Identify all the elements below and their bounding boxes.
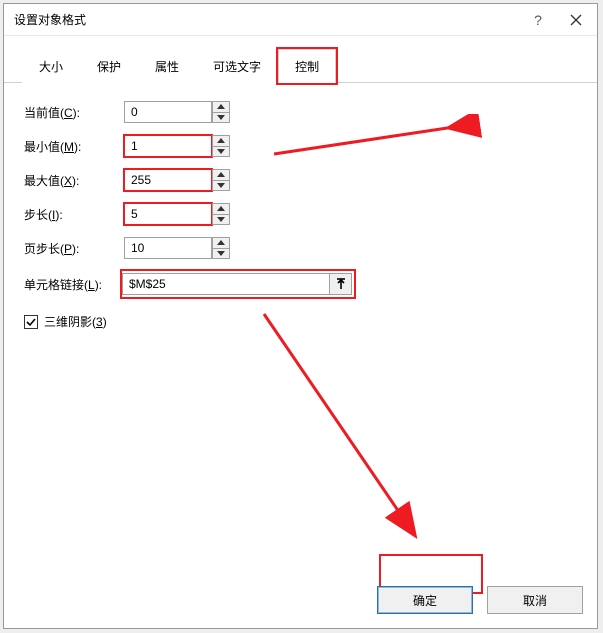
label-3d-shadow: 三维阴影(3) xyxy=(44,313,107,330)
3d-shadow-checkbox[interactable] xyxy=(24,315,38,329)
chevron-up-icon xyxy=(217,172,225,177)
label-page: 页步长(P): xyxy=(24,240,124,257)
spin-current xyxy=(124,101,232,123)
row-page: 页步长(P): xyxy=(24,237,577,259)
row-max: 最大值(X): xyxy=(24,169,577,191)
spin-step xyxy=(124,203,232,225)
range-picker-button[interactable] xyxy=(330,273,352,295)
range-picker-icon xyxy=(335,278,347,290)
chevron-down-icon xyxy=(217,183,225,188)
chevron-up-icon xyxy=(217,138,225,143)
chevron-up-icon xyxy=(217,240,225,245)
spin-arrows xyxy=(212,169,230,191)
row-3d-shadow: 三维阴影(3) xyxy=(24,313,577,330)
tab-size[interactable]: 大小 xyxy=(22,49,80,83)
chevron-down-icon xyxy=(217,149,225,154)
close-icon xyxy=(570,14,582,26)
chevron-down-icon xyxy=(217,217,225,222)
cell-link-input[interactable] xyxy=(122,273,330,295)
check-icon xyxy=(26,317,36,327)
spin-down[interactable] xyxy=(212,146,230,158)
page-input[interactable] xyxy=(124,237,212,259)
tab-bar: 大小 保护 属性 可选文字 控制 xyxy=(4,48,597,83)
dialog-format-control: 设置对象格式 ? 大小 保护 属性 可选文字 控制 当前值(C): 最小值(M)… xyxy=(3,3,598,629)
tab-content: 当前值(C): 最小值(M): 最大值(X): xyxy=(4,83,597,348)
dialog-title: 设置对象格式 xyxy=(14,11,521,28)
spin-page xyxy=(124,237,232,259)
step-input[interactable] xyxy=(124,203,212,225)
spin-up[interactable] xyxy=(212,169,230,180)
spin-arrows xyxy=(212,237,230,259)
spin-min xyxy=(124,135,232,157)
chevron-down-icon xyxy=(217,251,225,256)
min-input[interactable] xyxy=(124,135,212,157)
help-button[interactable]: ? xyxy=(521,4,555,36)
label-min: 最小值(M): xyxy=(24,138,124,155)
spin-down[interactable] xyxy=(212,180,230,192)
row-cell-link: 单元格链接(L): xyxy=(24,271,577,297)
chevron-up-icon xyxy=(217,104,225,109)
cell-link-field xyxy=(122,273,352,295)
label-current: 当前值(C): xyxy=(24,104,124,121)
label-max: 最大值(X): xyxy=(24,172,124,189)
dialog-buttons: 确定 取消 xyxy=(377,586,583,614)
tab-alttext[interactable]: 可选文字 xyxy=(196,49,278,83)
spin-arrows xyxy=(212,135,230,157)
row-min: 最小值(M): xyxy=(24,135,577,157)
ok-button[interactable]: 确定 xyxy=(377,586,473,614)
chevron-up-icon xyxy=(217,206,225,211)
spin-max xyxy=(124,169,232,191)
row-current: 当前值(C): xyxy=(24,101,577,123)
spin-arrows xyxy=(212,203,230,225)
spin-down[interactable] xyxy=(212,112,230,124)
titlebar: 设置对象格式 ? xyxy=(4,4,597,36)
spin-down[interactable] xyxy=(212,214,230,226)
spin-down[interactable] xyxy=(212,248,230,260)
row-step: 步长(I): xyxy=(24,203,577,225)
spin-up[interactable] xyxy=(212,135,230,146)
tab-protect[interactable]: 保护 xyxy=(80,49,138,83)
cancel-button[interactable]: 取消 xyxy=(487,586,583,614)
spin-up[interactable] xyxy=(212,203,230,214)
spin-up[interactable] xyxy=(212,237,230,248)
close-button[interactable] xyxy=(555,4,597,36)
tab-properties[interactable]: 属性 xyxy=(138,49,196,83)
spin-arrows xyxy=(212,101,230,123)
current-input[interactable] xyxy=(124,101,212,123)
spin-up[interactable] xyxy=(212,101,230,112)
max-input[interactable] xyxy=(124,169,212,191)
chevron-down-icon xyxy=(217,115,225,120)
tab-control[interactable]: 控制 xyxy=(278,49,336,83)
label-step: 步长(I): xyxy=(24,206,124,223)
label-cell-link: 单元格链接(L): xyxy=(24,276,124,293)
